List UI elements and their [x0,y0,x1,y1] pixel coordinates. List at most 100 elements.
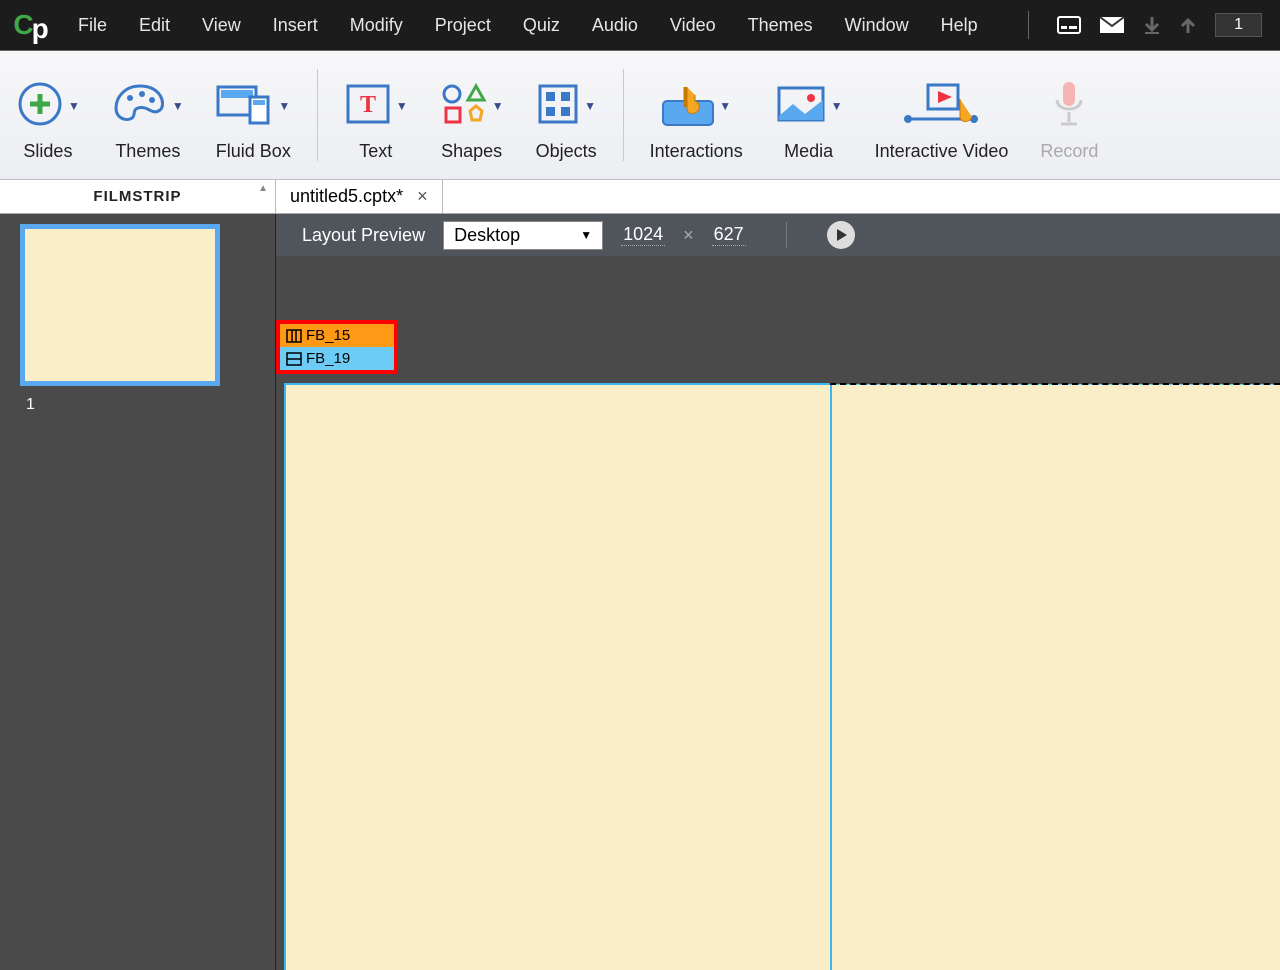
preview-sep: × [683,225,694,246]
fluidbox-right[interactable] [830,385,1280,970]
menu-quiz[interactable]: Quiz [507,15,576,36]
chevron-down-icon: ▼ [172,99,184,113]
menu-divider [1028,11,1029,39]
tb-shapes[interactable]: ▼ Shapes [424,51,520,179]
menu-bar: C p File Edit View Insert Modify Project… [0,0,1280,50]
tb-text-label: Text [359,141,392,162]
menu-modify[interactable]: Modify [334,15,419,36]
zoom-level[interactable]: 1 [1215,13,1262,37]
menu-insert[interactable]: Insert [257,15,334,36]
chevron-down-icon: ▼ [278,99,290,113]
plus-circle-icon [16,80,64,128]
chevron-down-icon: ▼ [68,99,80,113]
shapes-icon [440,82,488,126]
menu-audio[interactable]: Audio [576,15,654,36]
microphone-icon [1051,80,1087,128]
collapse-triangle-icon[interactable]: ▲ [258,183,269,194]
menu-file[interactable]: File [62,15,123,36]
tb-objects[interactable]: ▼ Objects [520,51,613,179]
download-arrow-icon[interactable] [1143,15,1161,35]
preview-mode-value: Desktop [454,225,520,246]
horizontal-layout-icon [286,352,302,366]
selection-marquee [830,383,1280,385]
app-logo: C p [0,9,62,41]
subtitles-icon[interactable] [1057,15,1081,35]
menu-help[interactable]: Help [925,15,994,36]
preview-separator [786,222,787,248]
tb-fluidbox-label: Fluid Box [216,141,291,162]
mail-icon[interactable] [1099,16,1125,34]
tb-themes[interactable]: ▼ Themes [96,51,200,179]
layout-preview-bar: Layout Preview Desktop ▼ 1024 × 627 [276,214,1280,256]
menu-project[interactable]: Project [419,15,507,36]
play-button[interactable] [827,221,855,249]
menu-video[interactable]: Video [654,15,732,36]
filmstrip-panel: 1 [0,214,276,970]
fb19-label: FB_19 [306,350,350,367]
menu-themes[interactable]: Themes [732,15,829,36]
chevron-down-icon: ▼ [580,228,592,242]
text-icon: T [344,82,392,126]
filmstrip-header-label: FILMSTRIP [93,188,181,205]
fluidbox-tag-fb15[interactable]: FB_15 [280,324,394,347]
menu-right-cluster: 1 [1018,11,1280,39]
canvas-wrap: FB_15 FB_19 [276,256,1280,970]
main-area: 1 Layout Preview Desktop ▼ 1024 × 627 [0,214,1280,970]
tb-record-label: Record [1040,141,1098,162]
filmstrip-header[interactable]: FILMSTRIP ▲ [0,180,276,213]
tb-interactive-video[interactable]: Interactive Video [859,51,1025,179]
tb-ivideo-label: Interactive Video [875,141,1009,162]
tap-icon [661,81,715,127]
chevron-down-icon: ▼ [396,99,408,113]
ribbon-toolbar: ▼ Slides ▼ Themes ▼ Fluid Box T ▼ Text [0,50,1280,180]
tb-slides[interactable]: ▼ Slides [0,51,96,179]
tb-themes-label: Themes [115,141,180,162]
menu-edit[interactable]: Edit [123,15,186,36]
svg-text:T: T [360,92,376,118]
image-icon [775,82,827,126]
tb-shapes-label: Shapes [441,141,502,162]
fluidbox-icon [216,81,274,127]
tb-fluidbox[interactable]: ▼ Fluid Box [200,51,307,179]
layout-preview-label: Layout Preview [302,225,425,246]
tb-media-label: Media [784,141,833,162]
preview-mode-select[interactable]: Desktop ▼ [443,221,603,250]
tb-slides-label: Slides [23,141,72,162]
slide-number: 1 [26,396,35,414]
upload-arrow-icon[interactable] [1179,15,1197,35]
toolbar-divider [317,69,318,161]
toolbar-divider [623,69,624,161]
interactive-video-icon [904,81,978,127]
close-tab-button[interactable]: × [417,186,428,207]
slide-canvas[interactable] [286,384,1280,970]
chevron-down-icon: ▼ [831,99,843,113]
menu-view[interactable]: View [186,15,257,36]
tb-interactions-label: Interactions [650,141,743,162]
grid-icon [536,82,580,126]
chevron-down-icon: ▼ [492,99,504,113]
palette-icon [112,82,168,126]
menu-window[interactable]: Window [829,15,925,36]
tb-objects-label: Objects [536,141,597,162]
logo-letter-c: C [13,9,33,41]
tb-record[interactable]: Record [1024,51,1114,179]
slide-thumbnail[interactable] [20,224,220,386]
chevron-down-icon: ▼ [719,99,731,113]
preview-width[interactable]: 1024 [621,224,665,246]
chevron-down-icon: ▼ [584,99,596,113]
logo-letter-p: p [32,13,49,45]
document-tab-title: untitled5.cptx* [290,186,403,207]
play-icon [834,228,848,242]
fb15-label: FB_15 [306,327,350,344]
fluidbox-tag-highlight: FB_15 FB_19 [276,320,398,374]
tb-text[interactable]: T ▼ Text [328,51,424,179]
vertical-layout-icon [286,329,302,343]
tb-media[interactable]: ▼ Media [759,51,859,179]
canvas-area: Layout Preview Desktop ▼ 1024 × 627 FB_1… [276,214,1280,970]
fluidbox-left[interactable] [286,385,830,970]
fluidbox-tag-fb19[interactable]: FB_19 [280,347,394,370]
document-tab-row: FILMSTRIP ▲ untitled5.cptx* × [0,180,1280,214]
tb-interactions[interactable]: ▼ Interactions [634,51,759,179]
document-tab[interactable]: untitled5.cptx* × [276,180,443,213]
preview-height[interactable]: 627 [712,224,746,246]
